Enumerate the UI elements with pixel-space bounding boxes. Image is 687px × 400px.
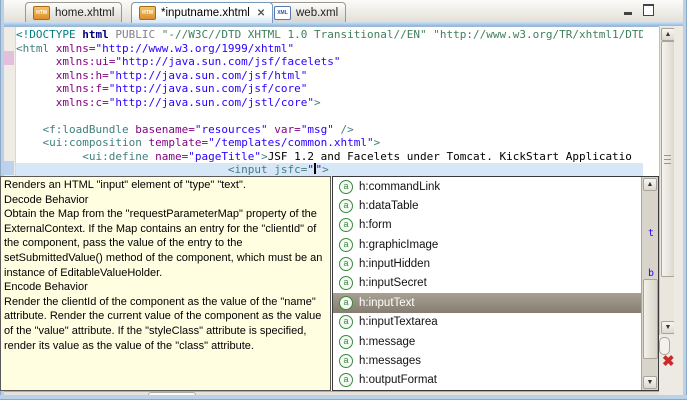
code-line[interactable]: xmlns:c="http://java.sun.com/jstl/core"> bbox=[16, 96, 643, 110]
editor-vertical-scrollbar[interactable]: ▲ ▼ bbox=[659, 27, 675, 335]
editor-tab-bar: HTM home.xhtml HTM *inputname.xhtml ✕ XM… bbox=[0, 0, 687, 23]
jsf-tag-icon: a bbox=[339, 257, 353, 272]
completion-item[interactable]: a h:commandLink bbox=[333, 177, 642, 196]
completion-item[interactable]: a h:inputText bbox=[333, 293, 642, 313]
code-line[interactable]: xmlns:f="http://java.sun.com/jsf/core" bbox=[16, 82, 643, 96]
code-fragment: t bbox=[648, 228, 655, 239]
completion-label: h:inputHidden bbox=[359, 258, 430, 271]
code-line[interactable]: <!DOCTYPE html PUBLIC "-//W3C//DTD XHTML… bbox=[16, 28, 643, 42]
completion-label: h:form bbox=[359, 219, 392, 232]
completion-list[interactable]: a h:commandLink a h:dataTable a h:form a h:grap… bbox=[333, 177, 642, 390]
completion-label: h:message bbox=[359, 335, 416, 348]
completion-item[interactable]: a h:form bbox=[333, 216, 642, 235]
completion-item[interactable]: a h:graphicImage bbox=[333, 235, 642, 254]
tab-label: web.xml bbox=[296, 7, 339, 19]
close-tab-icon[interactable]: ✕ bbox=[257, 8, 265, 19]
popup-scrollbar[interactable]: ▲ ▼ bbox=[641, 177, 658, 390]
code-line[interactable]: <ui:define name="pageTitle">JSF 1.2 and … bbox=[16, 150, 643, 164]
jsf-tag-icon: a bbox=[339, 199, 353, 214]
completion-item[interactable]: a h:messages bbox=[333, 351, 642, 370]
code-line[interactable]: xmlns:h="http://java.sun.com/jsf/html" bbox=[16, 69, 643, 83]
tab-label: *inputname.xhtml bbox=[161, 7, 250, 19]
code-line[interactable] bbox=[16, 109, 643, 123]
code-line[interactable]: <f:loadBundle basename="resources" var="… bbox=[16, 123, 643, 137]
minimize-view-icon[interactable] bbox=[621, 4, 635, 16]
jsf-tag-icon: a bbox=[339, 334, 353, 349]
completion-label: h:inputSecret bbox=[359, 277, 427, 290]
completion-label: h:messages bbox=[359, 354, 422, 367]
completion-item[interactable]: a h:message bbox=[333, 332, 642, 351]
scroll-up-icon[interactable]: ▲ bbox=[643, 178, 657, 191]
completion-item[interactable]: a h:inputTextarea bbox=[333, 313, 642, 332]
xml-file-icon: XML bbox=[274, 6, 291, 20]
jsf-tag-icon: a bbox=[339, 315, 353, 330]
tab-home-xhtml[interactable]: HTM home.xhtml bbox=[25, 2, 123, 23]
code-line[interactable]: <input jsfc=" "> bbox=[16, 163, 643, 177]
completion-label: h:inputTextarea bbox=[359, 316, 438, 329]
maximize-view-icon[interactable] bbox=[641, 4, 655, 16]
scroll-down-icon[interactable]: ▼ bbox=[661, 321, 675, 334]
code-line[interactable]: <html xmlns="http://www.w3.org/1999/xhtm… bbox=[16, 42, 643, 56]
jsf-tag-icon: a bbox=[339, 353, 353, 368]
completion-item[interactable]: a h:dataTable bbox=[333, 196, 642, 215]
editor-scrollbar-thumb[interactable] bbox=[661, 41, 675, 277]
popup-scrollbar-thumb[interactable] bbox=[643, 279, 658, 359]
window-frame-right bbox=[683, 0, 687, 400]
completion-label: h:commandLink bbox=[359, 180, 441, 193]
code-fragment: b bbox=[648, 268, 655, 279]
view-controls bbox=[621, 4, 655, 16]
completion-item[interactable]: a h:outputFormat bbox=[333, 371, 642, 390]
code-line[interactable]: xmlns:ui="http://java.sun.com/jsf/facele… bbox=[16, 55, 643, 69]
completion-item[interactable]: a h:inputHidden bbox=[333, 254, 642, 273]
tab-web-xml[interactable]: XML web.xml bbox=[266, 2, 347, 23]
error-marker-icon[interactable]: ✖ bbox=[662, 352, 675, 370]
completion-label: h:inputText bbox=[359, 296, 415, 309]
current-line-marker bbox=[4, 161, 14, 175]
code-line[interactable]: <ui:composition template="/templates/com… bbox=[16, 136, 643, 150]
jsf-tag-icon: a bbox=[339, 218, 353, 233]
completion-doc-tooltip: Renders an HTML "input" element of "type… bbox=[0, 176, 331, 391]
html-file-icon: HTM bbox=[33, 6, 50, 20]
completion-item[interactable]: a h:inputSecret bbox=[333, 274, 642, 293]
jsf-tag-icon: a bbox=[339, 373, 353, 388]
completion-label: h:graphicImage bbox=[359, 238, 439, 251]
autocomplete-popup[interactable]: a h:commandLink a h:dataTable a h:form a h:grap… bbox=[332, 176, 659, 391]
jsf-tag-icon: a bbox=[339, 276, 353, 291]
tab-label: home.xhtml bbox=[55, 7, 115, 19]
scroll-up-icon[interactable]: ▲ bbox=[661, 28, 675, 41]
change-marker bbox=[4, 51, 14, 65]
scroll-down-icon[interactable]: ▼ bbox=[643, 376, 657, 389]
jsf-tag-icon: a bbox=[339, 179, 353, 194]
tab-inputname-xhtml[interactable]: HTM *inputname.xhtml ✕ bbox=[131, 2, 274, 23]
jsf-tag-icon: a bbox=[339, 237, 353, 252]
html-file-icon: HTM bbox=[139, 6, 156, 20]
window-frame-bottom bbox=[0, 395, 687, 400]
completion-label: h:outputFormat bbox=[359, 374, 437, 387]
jsf-tag-icon: a bbox=[339, 295, 353, 310]
completion-label: h:dataTable bbox=[359, 200, 419, 213]
